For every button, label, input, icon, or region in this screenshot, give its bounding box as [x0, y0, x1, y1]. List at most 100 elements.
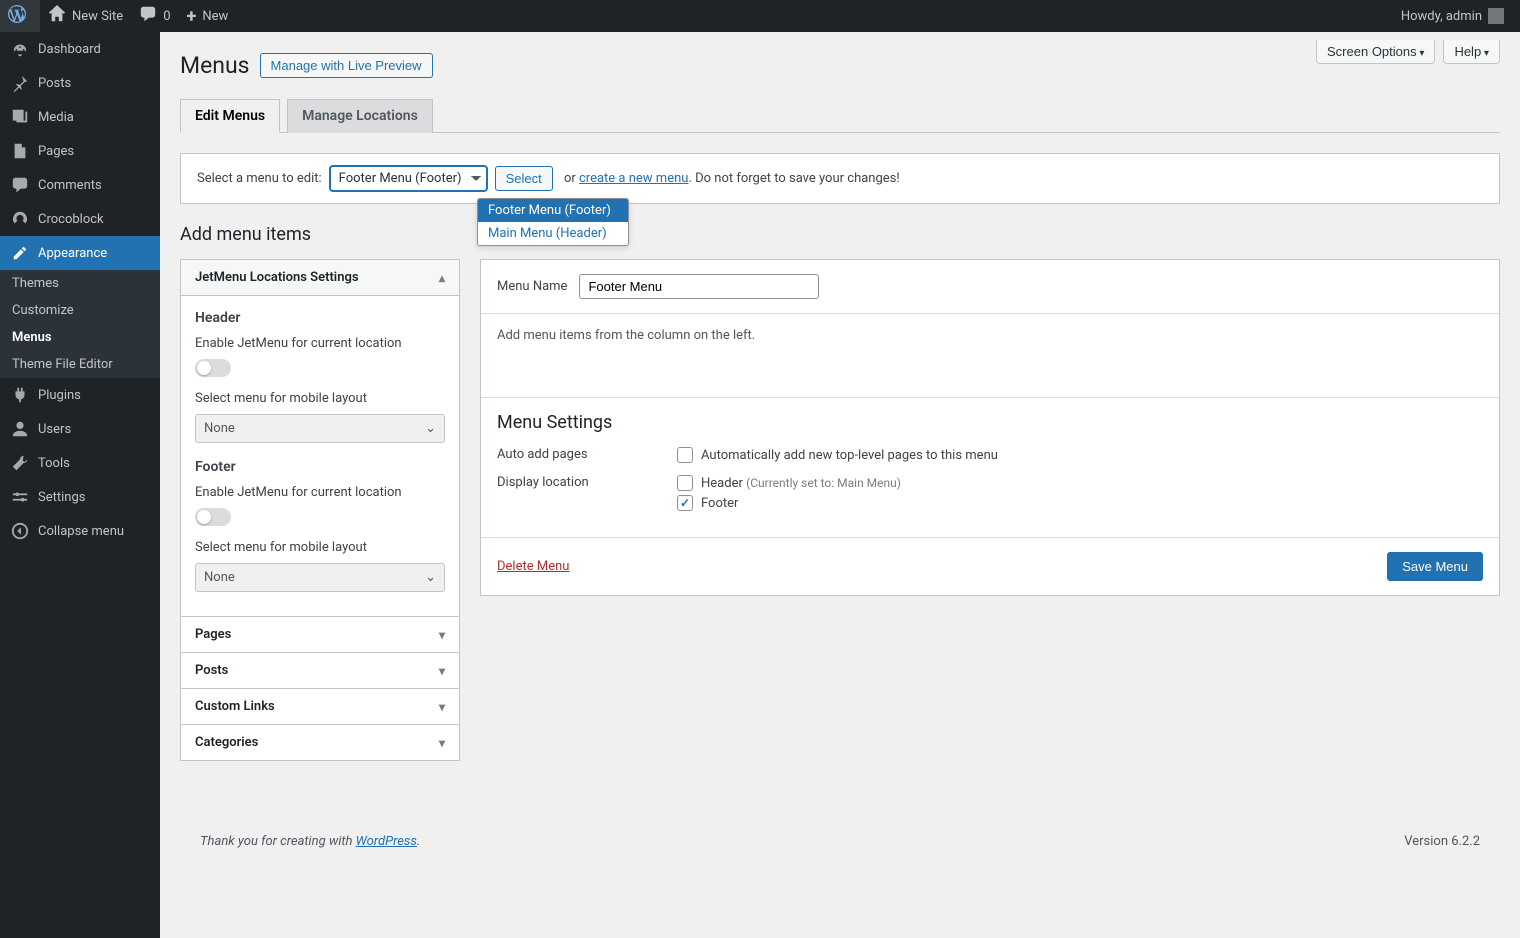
- home-icon: [48, 5, 66, 28]
- menu-posts[interactable]: Posts: [0, 66, 160, 100]
- help-button[interactable]: Help: [1443, 40, 1500, 64]
- enable-jetmenu-footer-toggle[interactable]: [195, 508, 231, 526]
- menu-dashboard[interactable]: Dashboard: [0, 32, 160, 66]
- manage-menus-bar: Select a menu to edit: Footer Menu (Foot…: [180, 153, 1500, 204]
- menu-tools[interactable]: Tools: [0, 446, 160, 480]
- wordpress-icon: [8, 5, 26, 28]
- crocoblock-icon: [10, 209, 30, 229]
- avatar-icon: [1488, 8, 1504, 24]
- menu-plugins[interactable]: Plugins: [0, 378, 160, 412]
- jetmenu-panel-header[interactable]: JetMenu Locations Settings ▴: [181, 260, 459, 296]
- chevron-down-icon: ▾: [439, 700, 445, 714]
- menu-edit-frame: Menu Name Add menu items from the column…: [480, 259, 1500, 596]
- users-icon: [10, 419, 30, 439]
- auto-add-label: Auto add pages: [497, 447, 677, 467]
- mobile-layout-footer-label: Select menu for mobile layout: [195, 540, 445, 555]
- menu-pages[interactable]: Pages: [0, 134, 160, 168]
- custom-links-panel-header[interactable]: Custom Links ▾: [181, 689, 459, 724]
- howdy-link[interactable]: Howdy, admin: [1393, 0, 1512, 32]
- site-name-link[interactable]: New Site: [40, 0, 131, 32]
- chevron-down-icon: ⌄: [425, 570, 436, 585]
- dashboard-icon: [10, 39, 30, 59]
- submenu-menus[interactable]: Menus: [0, 324, 160, 351]
- enable-jetmenu-header-label: Enable JetMenu for current location: [195, 336, 445, 351]
- chevron-up-icon: ▴: [439, 271, 445, 285]
- admin-menu: Dashboard Posts Media Pages Comments Cro…: [0, 32, 160, 938]
- custom-links-panel: Custom Links ▾: [180, 688, 460, 725]
- select-menu-label: Select a menu to edit:: [197, 171, 322, 186]
- pin-icon: [10, 73, 30, 93]
- media-icon: [10, 107, 30, 127]
- menu-settings[interactable]: Settings: [0, 480, 160, 514]
- menu-select-dropdown[interactable]: Footer Menu (Footer): [330, 166, 487, 191]
- comment-icon: [10, 175, 30, 195]
- howdy-text: Howdy, admin: [1401, 9, 1482, 24]
- menu-comments[interactable]: Comments: [0, 168, 160, 202]
- pages-panel-header[interactable]: Pages ▾: [181, 617, 459, 652]
- menu-media[interactable]: Media: [0, 100, 160, 134]
- comments-link[interactable]: 0: [131, 0, 178, 32]
- tabs: Edit Menus Manage Locations: [180, 99, 1500, 133]
- wordpress-link[interactable]: WordPress: [356, 834, 417, 849]
- mobile-menu-header-select[interactable]: None ⌄: [195, 414, 445, 443]
- tools-icon: [10, 453, 30, 473]
- collapse-icon: [10, 521, 30, 541]
- chevron-down-icon: ▾: [439, 664, 445, 678]
- menu-users[interactable]: Users: [0, 412, 160, 446]
- appearance-submenu: Themes Customize Menus Theme File Editor: [0, 270, 160, 378]
- add-items-heading: Add menu items: [180, 224, 460, 245]
- tab-edit-menus[interactable]: Edit Menus: [180, 99, 280, 133]
- menu-name-label: Menu Name: [497, 279, 567, 294]
- comment-icon: [139, 5, 157, 28]
- screen-options-button[interactable]: Screen Options: [1316, 40, 1435, 64]
- menu-name-input[interactable]: [579, 274, 819, 299]
- menu-structure-heading: Menu structure: [480, 224, 1500, 245]
- main-content: Screen Options Help Menus Manage with Li…: [160, 32, 1520, 938]
- categories-panel: Categories ▾: [180, 724, 460, 761]
- select-button[interactable]: Select: [495, 166, 553, 191]
- chevron-down-icon: ⌄: [425, 421, 436, 436]
- location-header-checkbox[interactable]: [677, 475, 693, 491]
- mobile-menu-footer-select[interactable]: None ⌄: [195, 563, 445, 592]
- live-preview-button[interactable]: Manage with Live Preview: [260, 53, 433, 78]
- page-title: Menus: [180, 52, 250, 79]
- jetmenu-header-section: Header: [195, 310, 445, 326]
- menu-option-footer[interactable]: Footer Menu (Footer): [478, 199, 628, 222]
- collapse-menu[interactable]: Collapse menu: [0, 514, 160, 548]
- delete-menu-link[interactable]: Delete Menu: [497, 559, 569, 574]
- empty-menu-message: Add menu items from the column on the le…: [481, 314, 1499, 357]
- wp-logo-link[interactable]: [0, 0, 40, 32]
- auto-add-checkbox[interactable]: [677, 447, 693, 463]
- create-new-menu-link[interactable]: create a new menu: [579, 171, 688, 186]
- location-footer-checkbox[interactable]: [677, 495, 693, 511]
- pages-icon: [10, 141, 30, 161]
- plugins-icon: [10, 385, 30, 405]
- save-menu-button[interactable]: Save Menu: [1387, 552, 1483, 581]
- menu-appearance[interactable]: Appearance: [0, 236, 160, 270]
- chevron-down-icon: ▾: [439, 736, 445, 750]
- posts-panel-header[interactable]: Posts ▾: [181, 653, 459, 688]
- settings-icon: [10, 487, 30, 507]
- new-link[interactable]: + New: [179, 0, 237, 32]
- enable-jetmenu-header-toggle[interactable]: [195, 359, 231, 377]
- menu-option-main[interactable]: Main Menu (Header): [478, 222, 628, 245]
- menu-settings-heading: Menu Settings: [497, 412, 1483, 433]
- submenu-customize[interactable]: Customize: [0, 297, 160, 324]
- jetmenu-footer-section: Footer: [195, 459, 445, 475]
- admin-bar: New Site 0 + New Howdy, admin: [0, 0, 1520, 32]
- categories-panel-header[interactable]: Categories ▾: [181, 725, 459, 760]
- plus-icon: +: [187, 6, 197, 27]
- menu-select-options: Footer Menu (Footer) Main Menu (Header): [477, 198, 629, 246]
- enable-jetmenu-footer-label: Enable JetMenu for current location: [195, 485, 445, 500]
- wp-version: Version 6.2.2: [1404, 834, 1480, 849]
- submenu-themes[interactable]: Themes: [0, 270, 160, 297]
- chevron-down-icon: ▾: [439, 628, 445, 642]
- new-label: New: [202, 9, 228, 24]
- tab-manage-locations[interactable]: Manage Locations: [287, 99, 433, 133]
- posts-panel: Posts ▾: [180, 652, 460, 689]
- pages-panel: Pages ▾: [180, 616, 460, 653]
- menu-crocoblock[interactable]: Crocoblock: [0, 202, 160, 236]
- wp-footer: Thank you for creating with WordPress. V…: [180, 820, 1500, 863]
- submenu-theme-editor[interactable]: Theme File Editor: [0, 351, 160, 378]
- appearance-icon: [10, 243, 30, 263]
